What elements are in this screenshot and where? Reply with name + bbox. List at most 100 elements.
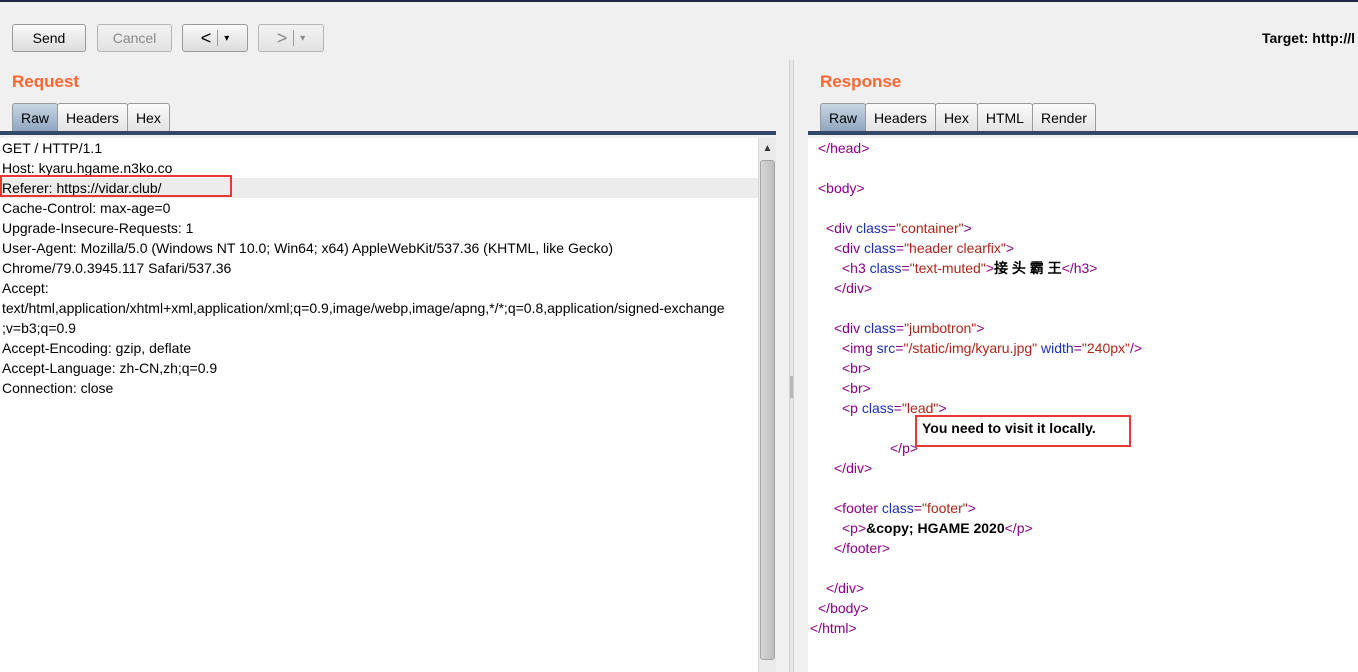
code-line: </div> <box>826 578 864 598</box>
code-line: <img src="/static/img/kyaru.jpg" width="… <box>842 338 1142 358</box>
html-tag: </html> <box>810 620 857 636</box>
attr-value: "jumbotron" <box>904 320 977 336</box>
request-tab-underline <box>0 131 776 135</box>
html-tag: = <box>901 260 910 276</box>
response-tab-html[interactable]: HTML <box>976 103 1033 131</box>
html-tag: <div <box>826 220 856 236</box>
response-tabs: Raw Headers Hex HTML Render <box>820 103 1096 131</box>
html-tag: </head> <box>818 140 870 156</box>
code-line: </body> <box>818 598 869 618</box>
response-tab-raw[interactable]: Raw <box>820 103 867 131</box>
html-tag: </body> <box>818 600 869 616</box>
window-top-border <box>0 0 1358 2</box>
request-line: Chrome/79.0.3945.117 Safari/537.36 <box>2 260 232 276</box>
code-line: </div> <box>834 278 872 298</box>
html-tag: > <box>1005 240 1015 256</box>
request-editor[interactable]: GET / HTTP/1.1 Host: kyaru.hgame.n3ko.co… <box>0 138 758 672</box>
response-tab-headers[interactable]: Headers <box>865 103 936 131</box>
button-separator <box>293 30 295 46</box>
html-tag: <body> <box>818 180 865 196</box>
chevron-down-icon[interactable]: ▾ <box>300 33 305 44</box>
attr-name: class <box>863 240 896 256</box>
button-separator <box>217 30 219 46</box>
html-tag: </h3> <box>1061 260 1098 276</box>
attr-name: class <box>855 220 888 236</box>
html-tag: <footer <box>834 500 882 516</box>
request-tab-raw[interactable]: Raw <box>12 103 59 131</box>
request-line: ;v=b3;q=0.9 <box>2 320 76 336</box>
code-line: </p> <box>890 438 918 458</box>
html-tag: = <box>895 240 905 256</box>
chevron-down-icon[interactable]: ▾ <box>224 33 229 44</box>
html-tag: </div> <box>834 280 873 296</box>
html-tag: <div <box>834 240 864 256</box>
html-tag: <p <box>842 400 862 416</box>
request-line: Accept-Encoding: gzip, deflate <box>2 340 192 356</box>
html-tag: = <box>887 220 897 236</box>
html-tag: </footer> <box>834 540 891 556</box>
request-tab-headers[interactable]: Headers <box>57 103 128 131</box>
back-button[interactable]: < ▾ <box>182 24 248 52</box>
footer-text: &copy; HGAME 2020 <box>866 520 1005 536</box>
html-tag: > <box>967 500 976 516</box>
html-tag: <br> <box>842 380 871 396</box>
request-title: Request <box>12 72 80 91</box>
forward-arrow-icon: > <box>276 27 288 48</box>
html-tag: = <box>895 320 905 336</box>
referer-highlight-box <box>0 175 232 197</box>
response-viewer[interactable]: </head> <body> <div class="container"> <… <box>808 138 1358 672</box>
request-line: GET / HTTP/1.1 <box>2 140 103 156</box>
code-line: <br> <box>842 358 871 378</box>
attr-value: "header clearfix" <box>904 240 1006 256</box>
code-line: <div class="header clearfix"> <box>834 238 1014 258</box>
request-line: Connection: close <box>2 380 114 396</box>
cancel-button[interactable]: Cancel <box>97 24 172 52</box>
html-tag: > <box>985 260 994 276</box>
html-tag: </div> <box>826 580 865 596</box>
html-tag: </p> <box>890 440 919 456</box>
html-tag: </p> <box>1004 520 1033 536</box>
attr-name: class <box>863 320 896 336</box>
attr-value: "lead" <box>901 400 939 416</box>
response-tab-hex[interactable]: Hex <box>934 103 978 131</box>
scroll-thumb[interactable] <box>760 160 775 660</box>
response-title: Response <box>820 72 902 91</box>
panel-splitter[interactable] <box>789 60 794 672</box>
request-line: text/html,application/xhtml+xml,applicat… <box>2 300 725 316</box>
code-line: <footer class="footer"> <box>834 498 976 518</box>
request-tabs: Raw Headers Hex <box>12 103 170 131</box>
html-tag: = <box>913 500 922 516</box>
forward-button[interactable]: > ▾ <box>258 24 324 52</box>
target-label[interactable]: Target: http://l <box>1262 30 1355 46</box>
html-tag: <p> <box>842 520 867 536</box>
response-tab-render[interactable]: Render <box>1031 103 1096 131</box>
request-line: Accept: <box>2 280 49 296</box>
response-tab-underline <box>808 131 1358 135</box>
request-scrollbar[interactable]: ▲ <box>758 138 776 672</box>
attr-name: class <box>861 400 894 416</box>
send-button[interactable]: Send <box>12 24 86 52</box>
html-tag: > <box>963 220 972 236</box>
html-tag: = <box>1073 340 1082 356</box>
heading-text: 接 头 霸 王 <box>994 260 1062 276</box>
code-line: <body> <box>818 178 865 198</box>
attr-value: "footer" <box>921 500 968 516</box>
request-tab-hex[interactable]: Hex <box>126 103 170 131</box>
attr-value: "/static/img/kyaru.jpg" <box>903 340 1038 356</box>
back-arrow-icon: < <box>200 27 212 48</box>
code-line: <p>&copy; HGAME 2020</p> <box>842 518 1033 538</box>
code-line: <br> <box>842 378 871 398</box>
html-tag: = <box>893 400 902 416</box>
scroll-up-arrow-icon[interactable]: ▲ <box>759 138 776 158</box>
code-line: </head> <box>818 138 869 158</box>
code-line: <div class="jumbotron"> <box>834 318 984 338</box>
html-tag: <img <box>842 340 877 356</box>
code-line: </div> <box>834 458 872 478</box>
code-line: </html> <box>810 618 857 638</box>
request-line: Cache-Control: max-age=0 <box>2 200 171 216</box>
attr-name: width <box>1041 340 1074 356</box>
splitter-grip-icon[interactable] <box>790 376 793 398</box>
html-tag: <div <box>834 320 864 336</box>
html-tag: > <box>976 320 985 336</box>
code-line: <div class="container"> <box>826 218 972 238</box>
